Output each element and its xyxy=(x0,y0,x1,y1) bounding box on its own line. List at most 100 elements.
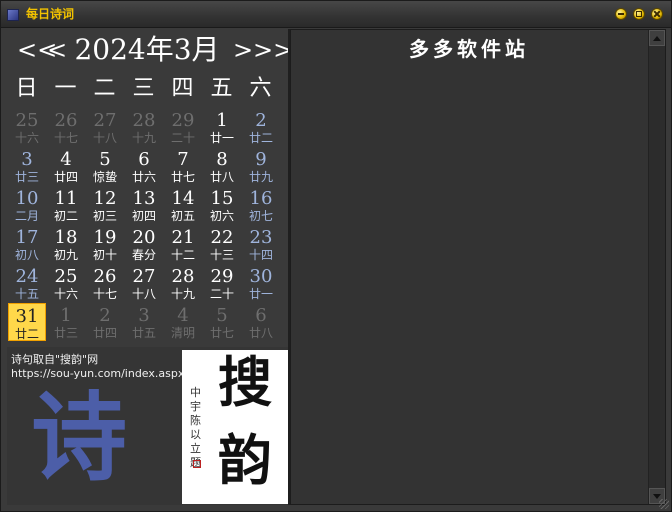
day-number: 7 xyxy=(177,149,189,170)
day-number: 25 xyxy=(54,266,78,287)
day-number: 4 xyxy=(177,305,189,326)
lunar-date: 初十 xyxy=(92,248,117,262)
calendar-day[interactable]: 8 廿八 xyxy=(203,147,241,185)
day-number: 3 xyxy=(138,305,150,326)
calendar-day-today[interactable]: 31 廿二 xyxy=(8,303,46,341)
lunar-date: 十六 xyxy=(53,287,78,301)
calendar-day[interactable]: 2 廿四 xyxy=(86,303,124,341)
day-number: 16 xyxy=(249,188,273,209)
day-number: 6 xyxy=(255,305,267,326)
lunar-date: 廿四 xyxy=(53,170,78,184)
day-number: 19 xyxy=(93,227,117,248)
calendar-day[interactable]: 20 春分 xyxy=(125,225,163,263)
prev-month-button[interactable]: < xyxy=(47,35,67,65)
lunar-date: 廿三 xyxy=(53,326,78,340)
lunar-date: 初七 xyxy=(248,209,273,223)
close-button[interactable] xyxy=(651,8,663,20)
day-number: 15 xyxy=(210,188,234,209)
lunar-date: 十七 xyxy=(53,131,78,145)
day-number: 29 xyxy=(210,266,234,287)
calendar-day[interactable]: 7 廿七 xyxy=(164,147,202,185)
next-month-button[interactable]: > xyxy=(233,35,253,65)
lunar-date: 春分 xyxy=(131,248,156,262)
calendar-day[interactable]: 3 廿三 xyxy=(8,147,46,185)
lunar-date: 廿八 xyxy=(248,326,273,340)
lunar-date: 十八 xyxy=(92,131,117,145)
calendar-day[interactable]: 29 二十 xyxy=(164,108,202,146)
calendar-day[interactable]: 15 初六 xyxy=(203,186,241,224)
calendar-day[interactable]: 24 十五 xyxy=(8,264,46,302)
calendar-day[interactable]: 11 初二 xyxy=(47,186,85,224)
lunar-date: 初二 xyxy=(53,209,78,223)
calendar-day[interactable]: 12 初三 xyxy=(86,186,124,224)
calendar-day[interactable]: 4 廿四 xyxy=(47,147,85,185)
calendar-day[interactable]: 6 廿八 xyxy=(242,303,280,341)
souyun-logo[interactable]: 搜 韵 中宇陈以立题 xyxy=(182,350,288,504)
minimize-button[interactable] xyxy=(615,8,627,20)
day-number: 10 xyxy=(15,188,39,209)
calendar-day[interactable]: 28 十九 xyxy=(164,264,202,302)
lunar-date: 廿五 xyxy=(131,326,156,340)
calendar-day[interactable]: 26 十七 xyxy=(47,108,85,146)
lunar-date: 初九 xyxy=(53,248,78,262)
calendar-day[interactable]: 25 十六 xyxy=(47,264,85,302)
lunar-date: 十三 xyxy=(209,248,234,262)
weekday-label: 四 xyxy=(171,76,194,101)
calendar-day[interactable]: 22 十三 xyxy=(203,225,241,263)
calendar-day[interactable]: 25 十六 xyxy=(8,108,46,146)
calendar-day[interactable]: 26 十七 xyxy=(86,264,124,302)
calendar-day[interactable]: 2 廿二 xyxy=(242,108,280,146)
day-number: 6 xyxy=(138,149,150,170)
lunar-date: 初八 xyxy=(14,248,39,262)
lunar-date: 廿二 xyxy=(248,131,273,145)
calendar-day[interactable]: 6 廿六 xyxy=(125,147,163,185)
calendar-day[interactable]: 3 廿五 xyxy=(125,303,163,341)
calendar: << < 2024年3月 > >> 日一二三四五六 25 十六 26 十七 27 十八 28… xyxy=(7,29,293,347)
calendar-day[interactable]: 14 初五 xyxy=(164,186,202,224)
calendar-day[interactable]: 27 十八 xyxy=(125,264,163,302)
lunar-date: 十六 xyxy=(14,131,39,145)
calendar-day[interactable]: 5 惊蛰 xyxy=(86,147,124,185)
poem-panel: 多多软件站 xyxy=(290,29,666,505)
calendar-day[interactable]: 1 廿三 xyxy=(47,303,85,341)
calendar-day[interactable]: 28 十九 xyxy=(125,108,163,146)
lunar-date: 初五 xyxy=(170,209,195,223)
app-window: 每日诗词 << < 2024年3月 > >> 日一二三四五六 25 十六 26 十七 2… xyxy=(0,0,672,512)
lunar-date: 廿八 xyxy=(209,170,234,184)
maximize-button[interactable] xyxy=(633,8,645,20)
source-label: 诗句取自"搜韵"网 xyxy=(11,353,99,366)
vertical-scrollbar[interactable] xyxy=(648,30,665,504)
day-number: 9 xyxy=(255,149,267,170)
day-number: 11 xyxy=(54,188,78,209)
calendar-day[interactable]: 9 廿九 xyxy=(242,147,280,185)
calendar-day[interactable]: 27 十八 xyxy=(86,108,124,146)
lunar-date: 廿七 xyxy=(170,170,195,184)
calendar-day[interactable]: 21 十二 xyxy=(164,225,202,263)
calendar-day[interactable]: 18 初九 xyxy=(47,225,85,263)
weekday-label: 三 xyxy=(132,76,155,101)
calendar-day[interactable]: 4 清明 xyxy=(164,303,202,341)
day-number: 31 xyxy=(15,306,39,327)
calendar-day[interactable]: 10 二月 xyxy=(8,186,46,224)
resize-grip-icon[interactable] xyxy=(659,499,669,509)
calendar-day[interactable]: 16 初七 xyxy=(242,186,280,224)
lunar-date: 廿九 xyxy=(248,170,273,184)
calendar-day[interactable]: 1 廿一 xyxy=(203,108,241,146)
scroll-up-arrow-icon[interactable] xyxy=(649,30,665,46)
calendar-day[interactable]: 29 二十 xyxy=(203,264,241,302)
lunar-date: 廿一 xyxy=(248,287,273,301)
window-title: 每日诗词 xyxy=(26,7,75,21)
calendar-day[interactable]: 13 初四 xyxy=(125,186,163,224)
day-number: 30 xyxy=(249,266,273,287)
calendar-day[interactable]: 30 廿一 xyxy=(242,264,280,302)
title-bar[interactable]: 每日诗词 xyxy=(1,1,671,28)
lunar-date: 十九 xyxy=(170,287,195,301)
weekday-header: 日一二三四五六 xyxy=(7,75,288,105)
logo-char-1: 搜 xyxy=(218,350,272,414)
day-number: 22 xyxy=(210,227,234,248)
calendar-day[interactable]: 5 廿七 xyxy=(203,303,241,341)
calendar-day[interactable]: 17 初八 xyxy=(8,225,46,263)
calendar-day[interactable]: 19 初十 xyxy=(86,225,124,263)
lunar-date: 清明 xyxy=(170,326,195,340)
calendar-day[interactable]: 23 十四 xyxy=(242,225,280,263)
